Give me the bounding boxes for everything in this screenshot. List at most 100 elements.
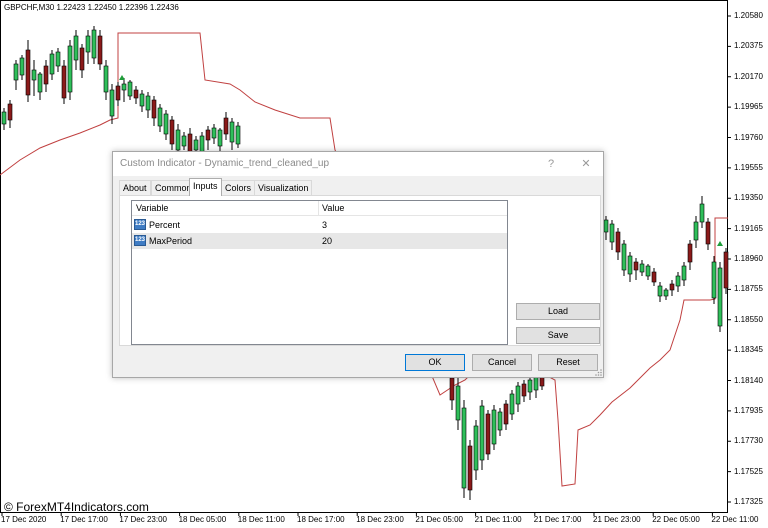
cancel-button[interactable]: Cancel (472, 354, 532, 371)
up-arrow-icon (717, 241, 723, 246)
candle-body (31, 69, 37, 81)
candle-body (663, 289, 669, 297)
candle-body (723, 251, 729, 289)
candle-body (681, 265, 687, 281)
candle-body (509, 393, 515, 415)
tab-visualization[interactable]: Visualization (254, 180, 313, 196)
resize-grip-icon[interactable] (594, 368, 602, 376)
candle-body (609, 223, 615, 243)
reset-button[interactable]: Reset (538, 354, 598, 371)
candle-body (7, 103, 13, 121)
up-arrow-icon (119, 75, 125, 80)
integer-param-icon: 123 (134, 235, 146, 246)
candle-body (449, 377, 455, 401)
column-divider[interactable] (318, 201, 319, 216)
candle-body (705, 221, 711, 245)
candle-body (193, 139, 199, 151)
candle-body (205, 129, 211, 141)
candle-body (235, 125, 241, 145)
price-tick-label: 1.19555 (734, 162, 763, 172)
param-name: MaxPeriod (149, 236, 193, 246)
candle-body (85, 35, 91, 53)
candle-body (711, 261, 717, 299)
price-tick-label: 1.18960 (734, 254, 763, 263)
candle-body (603, 219, 609, 233)
param-value[interactable]: 3 (322, 220, 327, 230)
candle-body (455, 385, 461, 421)
column-value[interactable]: Value (322, 203, 344, 213)
candle-body (479, 405, 485, 461)
candle-body (109, 89, 115, 117)
time-tick-label: 17 Dec 2020 (1, 515, 47, 524)
candle-body (693, 221, 699, 241)
time-tick-label: 21 Dec 05:00 (415, 515, 463, 524)
candle-body (503, 403, 509, 425)
candle-body (145, 95, 151, 111)
candle-body (223, 117, 229, 135)
price-tick-label: 1.18550 (734, 314, 763, 324)
candle-body (163, 113, 169, 135)
candle-body (127, 81, 133, 97)
candle-body (139, 93, 145, 107)
dialog-title: Custom Indicator - Dynamic_trend_cleaned… (120, 158, 329, 169)
candle-body (115, 85, 121, 101)
custom-indicator-dialog[interactable]: Custom Indicator - Dynamic_trend_cleaned… (112, 151, 604, 378)
price-tick-label: 1.19760 (734, 132, 763, 142)
candle-body (687, 243, 693, 263)
param-value[interactable]: 20 (322, 236, 332, 246)
candle-body (497, 411, 503, 431)
candle-body (515, 385, 521, 405)
time-tick-label: 18 Dec 11:00 (237, 515, 285, 524)
close-icon[interactable]: ✕ (576, 155, 596, 173)
candle-body (717, 267, 723, 327)
candle-body (491, 409, 497, 445)
candle-body (627, 255, 633, 275)
candle-body (43, 65, 49, 85)
price-tick-label: 1.18755 (734, 284, 763, 294)
candle-body (645, 265, 651, 277)
price-tick-label: 1.20170 (734, 71, 763, 81)
inputs-panel: Variable Value 123 Percent 3 123 MaxPeri… (119, 195, 601, 346)
time-tick-label: 22 Dec 11:00 (711, 515, 759, 524)
time-tick-label: 21 Dec 23:00 (593, 515, 641, 524)
table-row[interactable]: 123 Percent 3 (132, 217, 507, 233)
table-header: Variable Value (132, 201, 507, 216)
inputs-table[interactable]: Variable Value 123 Percent 3 123 MaxPeri… (131, 200, 508, 345)
candle-body (621, 243, 627, 271)
candle-body (157, 107, 163, 127)
candle-body (633, 261, 639, 271)
save-button[interactable]: Save (516, 327, 600, 344)
price-tick-label: 1.17935 (734, 405, 763, 415)
candle-body (533, 375, 539, 391)
candle-body (651, 271, 657, 283)
candle-body (229, 121, 235, 143)
param-name: Percent (149, 220, 181, 230)
price-tick-label: 1.19350 (734, 193, 763, 203)
candle-body (1, 111, 7, 125)
tab-colors[interactable]: Colors (221, 180, 256, 196)
price-tick-label: 1.18345 (734, 345, 763, 355)
integer-param-icon: 123 (134, 219, 146, 230)
column-variable[interactable]: Variable (136, 203, 168, 213)
candle-body (169, 119, 175, 145)
candle-body (675, 275, 681, 287)
time-tick-label: 18 Dec 17:00 (297, 515, 345, 524)
candle-body (699, 203, 705, 223)
candle-body (37, 73, 43, 93)
load-button[interactable]: Load (516, 303, 600, 320)
dialog-titlebar[interactable]: Custom Indicator - Dynamic_trend_cleaned… (113, 152, 603, 176)
help-icon[interactable]: ? (541, 155, 561, 173)
tab-inputs[interactable]: Inputs (189, 178, 222, 196)
time-tick-label: 21 Dec 17:00 (533, 515, 582, 524)
table-row[interactable]: 123 MaxPeriod 20 (132, 233, 507, 249)
watermark: © ForexMT4Indicators.com (4, 500, 149, 514)
tab-about[interactable]: About (119, 180, 151, 196)
candle-body (97, 35, 103, 65)
candle-body (49, 53, 55, 75)
time-tick-label: 18 Dec 05:00 (178, 515, 227, 524)
time-tick-label: 21 Dec 11:00 (474, 515, 522, 524)
candle-body (133, 89, 139, 99)
candle-body (19, 57, 25, 76)
ok-button[interactable]: OK (405, 354, 465, 371)
time-tick-label: 18 Dec 23:00 (356, 515, 404, 524)
